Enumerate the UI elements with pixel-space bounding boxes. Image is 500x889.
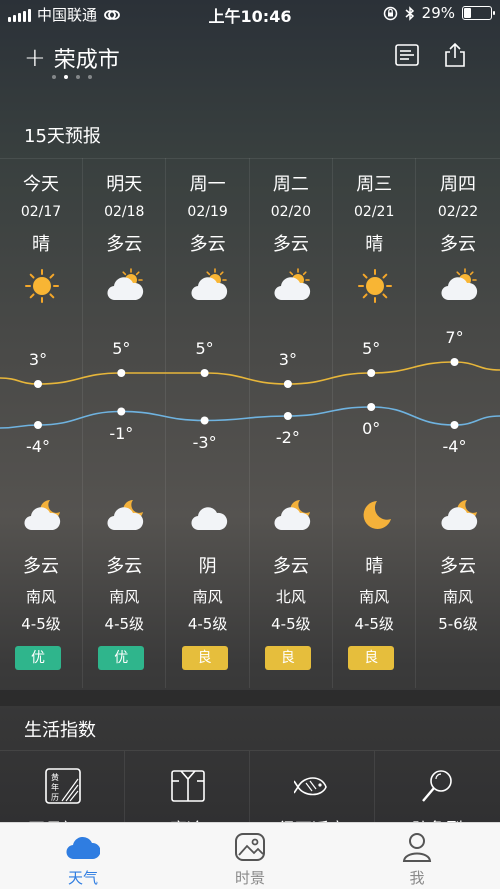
rotation-lock-icon [383,6,397,20]
wind-direction: 南风 [25,588,56,606]
life-index-row: 黄 年 历 正月初二 寒冷 很不适宜 防龟裂 [0,750,500,840]
night-condition: 多云 [272,556,309,577]
wind-direction: 南风 [192,588,223,606]
battery-icon [462,6,495,20]
city-selector[interactable]: + 荣成市 [24,42,120,74]
battery-fill [464,8,472,18]
low-temp-point [367,403,376,411]
aqi-badge: 良 [264,646,311,670]
almanac-char-2: 年 [51,782,59,792]
tab-me[interactable]: 我 [334,823,500,889]
high-temp-label: 5° [195,339,214,358]
low-temp-point [117,407,126,416]
page-dot [52,75,56,79]
tab-bar: 天气 时景 我 [0,822,500,889]
high-temp-point [117,369,126,377]
page-dot [76,75,80,79]
plus-icon[interactable]: + [24,45,46,71]
wind-direction: 南风 [109,588,140,606]
tab-scenery[interactable]: 时景 [167,823,333,889]
high-temp-label: 7° [445,328,464,347]
moon-cloud-icon [272,498,312,534]
wind-level: 4-5级 [104,615,145,633]
wind-level: 5-6级 [438,615,478,633]
person-tab-icon [402,833,432,862]
night-condition: 阴 [198,556,217,577]
tab-label: 天气 [67,869,98,887]
status-bar: 中国联通 上午10:46 29% [0,0,500,28]
low-temp-point [450,421,459,429]
wind-level: 4-5级 [21,615,61,633]
life-item-almanac[interactable]: 黄 年 历 正月初二 [0,751,125,840]
high-temp-label: 5° [112,339,131,358]
aqi-badge: 优 [98,646,145,670]
night-condition: 晴 [365,556,384,577]
low-temp-label: -4° [442,437,467,456]
list-icon[interactable] [394,42,420,68]
cloud-icon [189,498,229,534]
high-temp-point [450,358,459,366]
header: + 荣成市 [0,30,500,88]
night-condition: 多云 [23,556,59,577]
night-condition: 多云 [440,556,476,577]
almanac-char-3: 历 [51,793,59,802]
forecast-title: 15天预报 [24,126,101,147]
shirt-icon [171,770,205,802]
moon-cloud-icon [439,498,479,534]
fish-icon [294,777,327,796]
section-divider [0,690,500,706]
life-item-fishing[interactable]: 很不适宜 [250,751,375,840]
wind-level: 4-5级 [271,615,311,633]
tab-label: 时景 [234,869,265,887]
tab-weather[interactable]: 天气 [0,823,166,889]
high-temp-point [34,380,42,388]
life-item-skin[interactable]: 防龟裂 [375,751,500,840]
low-temp-line [0,406,500,429]
page-indicator [52,75,92,79]
high-temp-label: 3° [28,350,48,369]
low-temp-label: -3° [192,432,217,452]
low-temp-label: -2° [275,428,300,447]
high-temp-point [200,369,209,377]
cloud-tab-icon [66,836,100,860]
low-temp-label: -4° [26,437,50,456]
low-temp-point [200,416,209,425]
moon-cloud-icon [105,498,145,534]
low-temp-point [34,421,42,429]
wind-direction: 北风 [275,588,306,606]
page-dot [88,75,92,79]
high-temp-label: 3° [278,350,297,369]
temperature-chart [0,358,500,429]
aqi-badge: 良 [348,646,395,670]
magnifier-icon [422,770,452,802]
almanac-char-1: 黄 [51,772,59,782]
battery-percent: 29% [421,4,455,22]
high-temp-label: 5° [362,339,381,358]
high-temp-line [0,361,500,385]
wind-direction: 南风 [359,588,390,606]
share-icon[interactable] [442,42,468,68]
wind-level: 4-5级 [354,615,394,633]
moon-cloud-icon [22,498,62,534]
wind-direction: 南风 [442,588,473,606]
aqi-badge: 优 [15,646,61,670]
page-dot-active [64,75,68,79]
life-item-clothing[interactable]: 寒冷 [125,751,250,840]
aqi-badge: 良 [181,646,228,670]
photo-tab-icon [235,833,265,861]
low-temp-label: 0° [362,419,381,438]
high-temp-point [283,380,292,388]
bluetooth-icon [405,5,414,21]
moon-icon [355,498,395,534]
wind-level: 4-5级 [187,615,228,633]
city-name: 荣成市 [53,48,120,73]
low-temp-point [283,412,292,420]
night-condition: 多云 [106,556,143,577]
low-temp-label: -1° [109,423,134,443]
almanac-icon: 黄 年 历 [45,768,81,804]
status-right: 29% [383,4,495,22]
life-index-title: 生活指数 [24,720,96,741]
tab-label: 我 [409,869,425,887]
high-temp-point [367,369,376,377]
